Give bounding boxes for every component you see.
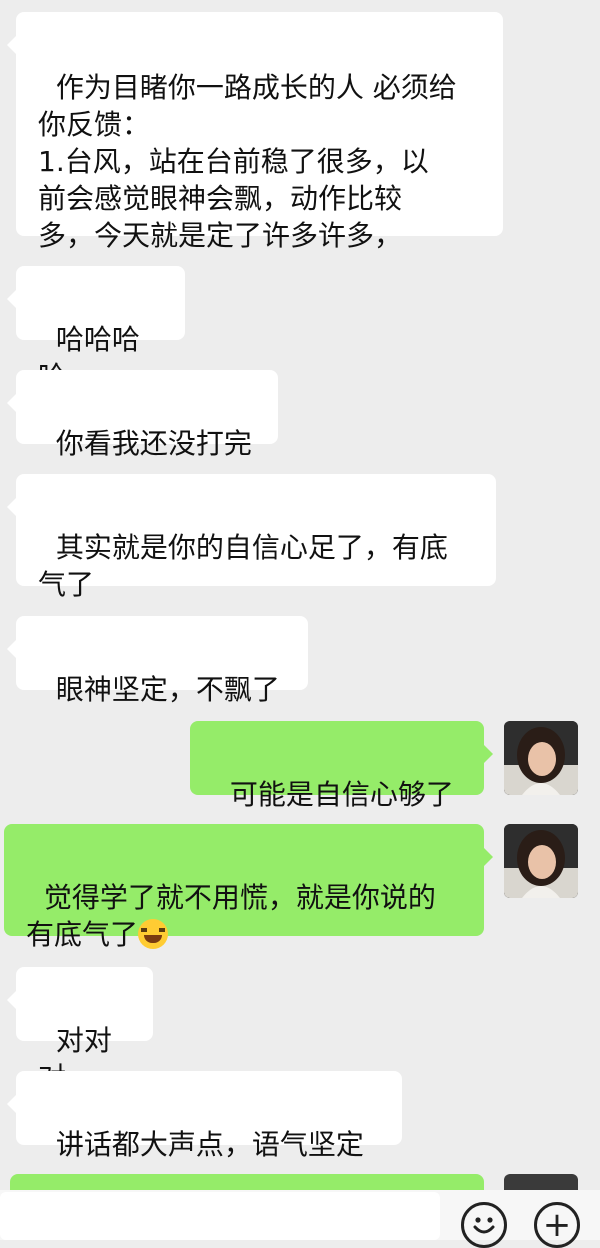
incoming-message-bubble[interactable]: 作为目睹你一路成长的人 必须给 你反馈： 1.台风，站在台前稳了很多，以 前会感…	[7, 12, 503, 252]
plus-glyph: +	[542, 1205, 572, 1245]
message-text: 讲话都大声点，语气坚定	[55, 1128, 364, 1161]
incoming-message-bubble[interactable]: 其实就是你的自信心足了，有底 气了	[7, 474, 496, 601]
message-text: 可能是自信心够了	[229, 778, 454, 811]
message-text: 作为目睹你一路成长的人 必须给 你反馈： 1.台风，站在台前稳了很多，以 前会感…	[38, 71, 457, 252]
incoming-message-bubble[interactable]: 讲话都大声点，语气坚定	[7, 1071, 402, 1161]
smiley-icon[interactable]	[461, 1202, 507, 1248]
avatar-photo	[504, 721, 578, 795]
outgoing-message-bubble[interactable]: 可能是自信心够了	[190, 721, 493, 811]
avatar-partial	[504, 1174, 578, 1190]
message-text: 你看我还没打完	[55, 427, 252, 460]
laughing-tears-emoji-icon	[138, 919, 169, 949]
avatar-photo	[504, 824, 578, 898]
incoming-message-bubble[interactable]: 眼神坚定，不飘了	[7, 616, 308, 706]
outgoing-message-bubble[interactable]: 觉得学了就不用慌，就是你说的 有底气了	[4, 824, 493, 951]
message-input[interactable]	[0, 1192, 440, 1240]
incoming-message-bubble[interactable]: 哈哈哈哈	[7, 266, 185, 393]
avatar[interactable]	[504, 824, 578, 898]
message-text: 眼神坚定，不飘了	[55, 673, 280, 706]
incoming-message-bubble[interactable]: 对对对	[7, 967, 153, 1094]
avatar[interactable]	[504, 721, 578, 795]
incoming-message-bubble[interactable]: 你看我还没打完	[7, 370, 278, 460]
message-text: 觉得学了就不用慌，就是你说的 有底气了	[26, 881, 436, 951]
smiley-face	[473, 1217, 495, 1234]
plus-icon[interactable]: +	[534, 1202, 580, 1248]
message-text: 其实就是你的自信心足了，有底 气了	[38, 531, 448, 601]
